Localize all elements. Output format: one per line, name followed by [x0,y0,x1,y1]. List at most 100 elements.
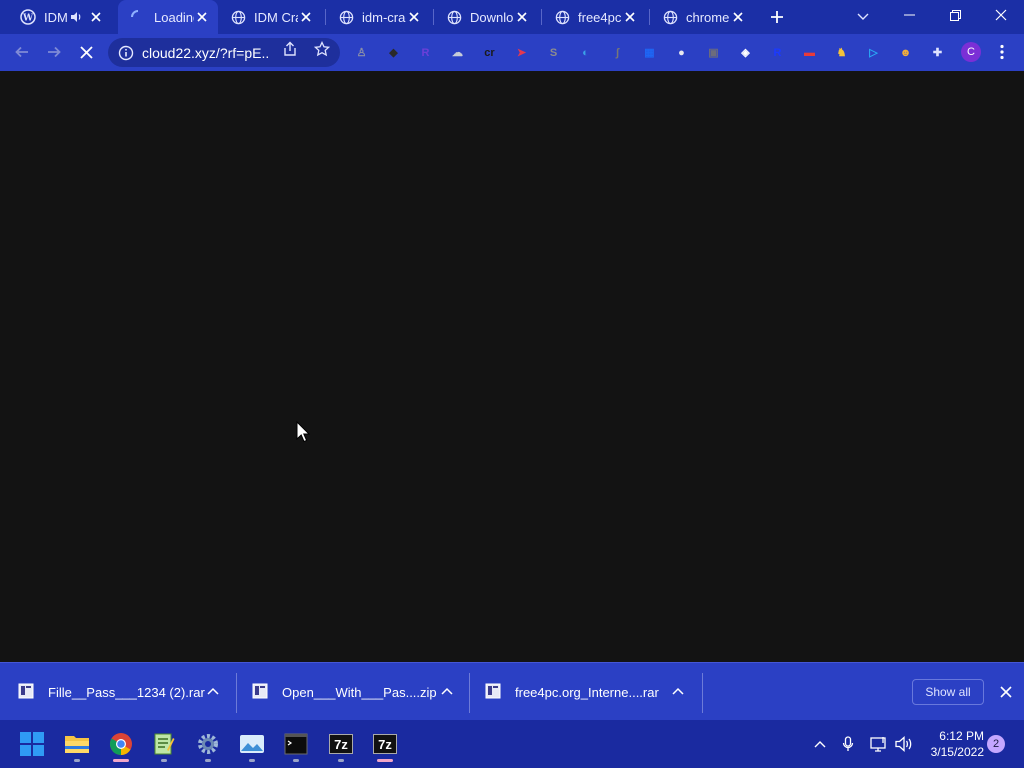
info-icon[interactable] [118,45,134,61]
close-icon[interactable] [194,9,210,25]
network-icon [870,737,886,752]
close-icon[interactable] [622,9,638,25]
loading-spinner-icon [130,9,146,25]
volume-icon [895,736,912,752]
tab-title: free4pc [578,9,622,25]
network-button[interactable] [869,734,889,754]
microphone-button[interactable] [838,734,858,754]
screen: W IDM Loading IDM Crack [0,0,1024,768]
ext-card-icon[interactable]: ▬ [801,44,818,61]
close-icon[interactable] [298,9,314,25]
stop-loading-button[interactable] [72,38,100,66]
download-item[interactable]: free4pc.org_Interne....rar [485,663,695,721]
tab-search-button[interactable] [852,6,874,28]
running-indicator [249,759,255,762]
tab-loading[interactable]: Loading [118,0,218,34]
tab-download[interactable]: Download [434,0,538,34]
url-text[interactable]: cloud22.xyz/?rf=pE... [142,45,270,61]
volume-button[interactable] [894,734,914,754]
taskbar-7zip-2[interactable]: 7z [367,726,403,762]
tab-chrome[interactable]: chrome [650,0,754,34]
close-icon[interactable] [88,9,104,25]
address-bar[interactable]: cloud22.xyz/?rf=pE... [108,38,340,67]
new-tab-button[interactable] [766,6,788,28]
7zip-icon: 7z [373,734,397,754]
tab-title: IDM [44,9,68,25]
start-button[interactable] [14,726,50,762]
tab-idm[interactable]: W IDM [8,0,112,34]
ext-edge-icon[interactable]: ◐ [577,44,594,61]
gear-icon [198,734,218,754]
share-button[interactable] [281,40,299,58]
notification-count: 2 [992,738,1000,750]
ext-r-purple-icon[interactable]: R [417,44,434,61]
ext-face-icon[interactable]: ☻ [897,44,914,61]
ext-cat-icon[interactable]: ♞ [833,44,850,61]
download-item[interactable]: Open___With___Pas....zip [252,663,462,721]
plus-icon [771,11,783,23]
taskbar-settings[interactable] [190,726,226,762]
terminal-icon [284,733,308,755]
chevron-up-icon[interactable] [440,685,454,699]
close-icon[interactable] [730,9,746,25]
tab-title: Loading [154,9,194,25]
wordpress-icon: W [20,9,36,25]
minimize-button[interactable] [886,0,932,30]
close-icon[interactable] [406,9,422,25]
ext-cr-icon[interactable]: cr [481,44,498,61]
running-indicator [161,759,167,762]
7zip-icon: 7z [329,734,353,754]
arrow-right-icon [48,46,61,58]
ext-s-icon[interactable]: S [545,44,562,61]
chevron-down-icon [857,13,869,20]
bookmark-button[interactable] [313,40,331,58]
chevron-up-icon[interactable] [671,685,685,699]
browser-menu-button[interactable] [994,42,1010,62]
ext-dark-icon[interactable]: ◆ [385,44,402,61]
taskbar-chrome[interactable] [103,726,139,762]
ext-diamond-icon[interactable]: ◈ [737,44,754,61]
active-indicator [113,759,129,762]
chevron-up-icon[interactable] [206,685,220,699]
download-shelf: Fille__Pass___1234 (2).rar Open___With__… [0,662,1024,720]
ext-cloud-icon[interactable]: ☁ [449,44,466,61]
taskbar-7zip-1[interactable]: 7z [323,726,359,762]
taskbar-notepad-plus[interactable] [146,726,182,762]
ext-elephant-icon[interactable]: ʃ [609,44,626,61]
tab-free4pc[interactable]: free4pc [542,0,646,34]
minimize-icon [903,14,915,16]
close-icon [1000,686,1012,698]
download-item[interactable]: Fille__Pass___1234 (2).rar [18,663,228,721]
close-icon[interactable] [514,9,530,25]
arrow-left-icon [15,46,28,58]
show-hidden-icons-button[interactable] [810,734,830,754]
ext-grid-icon[interactable]: ▦ [641,44,658,61]
close-window-button[interactable] [978,0,1024,30]
profile-avatar[interactable]: C [961,42,981,62]
ext-grey-icon[interactable]: ♙ [353,44,370,61]
tab-idm-crack-2[interactable]: idm-crack [326,0,430,34]
share-icon [284,41,296,56]
forward-button[interactable] [40,38,68,66]
audio-icon[interactable] [68,9,84,25]
show-all-downloads-button[interactable]: Show all [912,679,984,705]
close-icon [79,45,93,59]
archive-file-icon [485,683,501,699]
ext-red-pointer-icon[interactable]: ➤ [513,44,530,61]
taskbar-photos[interactable] [234,726,270,762]
ext-circle-icon[interactable]: ● [673,44,690,61]
ext-play-icon[interactable]: ▷ [865,44,882,61]
active-indicator [377,759,393,762]
taskbar-terminal[interactable] [278,726,314,762]
restore-button[interactable] [932,0,978,30]
mouse-cursor-icon [296,420,311,448]
ext-puzzle-icon[interactable]: ✚ [929,44,946,61]
tab-idm-crack[interactable]: IDM Crack [218,0,322,34]
close-shelf-button[interactable] [998,684,1014,700]
system-clock[interactable]: 6:12 PM 3/15/2022 [922,728,984,760]
back-button[interactable] [8,38,36,66]
notification-badge[interactable]: 2 [987,735,1005,753]
taskbar-file-explorer[interactable] [59,726,95,762]
ext-image-icon[interactable]: ▣ [705,44,722,61]
ext-r-blue-icon[interactable]: R [769,44,786,61]
